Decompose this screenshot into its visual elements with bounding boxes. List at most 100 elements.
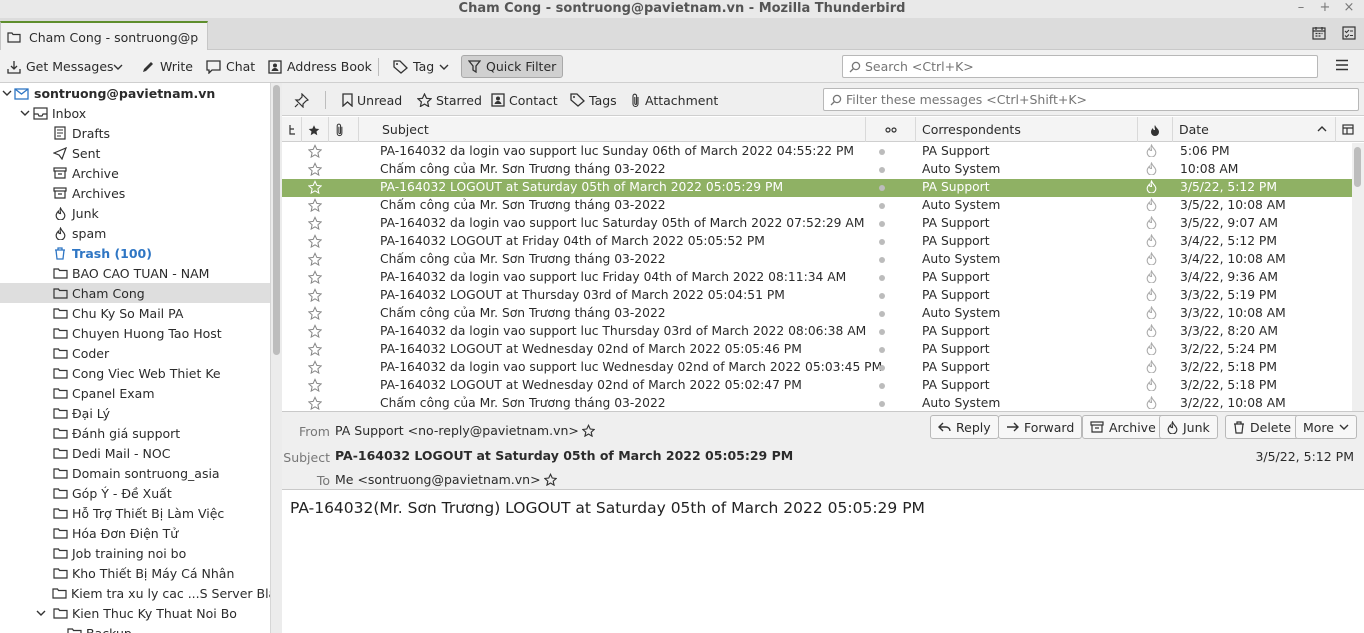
star-icon[interactable] — [581, 424, 595, 437]
folder-inbox[interactable]: Inbox — [0, 103, 270, 123]
sticky-filter-button[interactable] — [294, 89, 309, 111]
star-icon[interactable] — [308, 144, 322, 158]
read-status-dot[interactable] — [879, 221, 885, 227]
message-row[interactable]: PA-164032 LOGOUT at Saturday 05th of Mar… — [282, 179, 1352, 197]
folder-item[interactable]: Đại Lý — [0, 403, 270, 423]
to-address[interactable]: Me <sontruong@pavietnam.vn> — [335, 472, 541, 487]
chevron-down-icon[interactable] — [0, 89, 14, 97]
folder-item[interactable]: Hỗ Trợ Thiết Bị Làm Việc — [0, 503, 270, 523]
column-picker[interactable] — [1336, 117, 1364, 142]
star-icon[interactable] — [308, 180, 322, 194]
star-icon[interactable] — [308, 378, 322, 392]
address-book-button[interactable]: Address Book — [268, 55, 372, 78]
reply-button[interactable]: Reply — [930, 415, 999, 439]
flame-icon[interactable] — [1146, 324, 1157, 337]
flame-icon[interactable] — [1146, 396, 1157, 409]
message-row[interactable]: PA-164032 LOGOUT at Wednesday 02nd of Ma… — [282, 377, 1352, 395]
col-attachment[interactable] — [329, 117, 359, 142]
message-row[interactable]: PA-164032 da login vao support luc Thurs… — [282, 323, 1352, 341]
search-input[interactable] — [865, 59, 1305, 74]
message-row[interactable]: PA-164032 LOGOUT at Friday 04th of March… — [282, 233, 1352, 251]
message-row[interactable]: PA-164032 da login vao support luc Wedne… — [282, 359, 1352, 377]
read-status-dot[interactable] — [879, 185, 885, 191]
maximize-button[interactable]: + — [1318, 0, 1332, 15]
more-button[interactable]: More — [1295, 415, 1357, 439]
folder-item[interactable]: Archive — [0, 163, 270, 183]
flame-icon[interactable] — [1146, 198, 1157, 211]
read-status-dot[interactable] — [879, 383, 885, 389]
folder-item[interactable]: Coder — [0, 343, 270, 363]
folder-item[interactable]: Job training noi bo — [0, 543, 270, 563]
star-icon[interactable] — [308, 360, 322, 374]
star-icon[interactable] — [308, 342, 322, 356]
tasks-icon[interactable] — [1342, 26, 1356, 40]
folder-item[interactable]: Dedi Mail - NOC — [0, 443, 270, 463]
folder-item[interactable]: Sent — [0, 143, 270, 163]
message-row[interactable]: Chấm công của Mr. Sơn Trương tháng 03-20… — [282, 395, 1352, 411]
read-status-dot[interactable] — [879, 257, 885, 263]
folder-item[interactable]: Cham Cong — [0, 283, 270, 303]
folder-item[interactable]: Trash (100) — [0, 243, 270, 263]
col-read[interactable] — [866, 117, 916, 142]
flame-icon[interactable] — [1146, 234, 1157, 247]
filter-starred-button[interactable]: Starred — [417, 89, 482, 111]
star-icon[interactable] — [308, 396, 322, 410]
folder-item[interactable]: Góp Ý - Đề Xuất — [0, 483, 270, 503]
thread-list-scrollbar[interactable] — [1352, 143, 1364, 411]
message-row[interactable]: PA-164032 da login vao support luc Satur… — [282, 215, 1352, 233]
filter-tags-button[interactable]: Tags — [570, 89, 617, 111]
tab-cham-cong[interactable]: Cham Cong - sontruong@pavi — [0, 21, 208, 51]
folder-item[interactable]: Kien Thuc Ky Thuat Noi Bo — [0, 603, 270, 623]
read-status-dot[interactable] — [879, 275, 885, 281]
folder-item[interactable]: Cong Viec Web Thiet Ke — [0, 363, 270, 383]
read-status-dot[interactable] — [879, 149, 885, 155]
scrollbar-thumb[interactable] — [273, 85, 280, 355]
star-icon[interactable] — [308, 216, 322, 230]
filter-attachment-button[interactable]: Attachment — [631, 89, 718, 111]
quick-filter-button[interactable]: Quick Filter — [461, 55, 564, 78]
star-icon[interactable] — [308, 306, 322, 320]
account-row[interactable]: sontruong@pavietnam.vn — [0, 83, 270, 103]
col-thread[interactable] — [282, 117, 302, 142]
message-row[interactable]: Chấm công của Mr. Sơn Trương tháng 03-20… — [282, 305, 1352, 323]
message-row[interactable]: PA-164032 LOGOUT at Thursday 03rd of Mar… — [282, 287, 1352, 305]
message-row[interactable]: Chấm công của Mr. Sơn Trương tháng 03-20… — [282, 251, 1352, 269]
flame-icon[interactable] — [1146, 270, 1157, 283]
write-button[interactable]: Write — [141, 55, 193, 78]
flame-icon[interactable] — [1146, 288, 1157, 301]
star-icon[interactable] — [308, 324, 322, 338]
folder-item[interactable]: BAO CAO TUAN - NAM — [0, 263, 270, 283]
folder-item[interactable]: Junk — [0, 203, 270, 223]
folder-item[interactable]: Archives — [0, 183, 270, 203]
to-value[interactable]: Me <sontruong@pavietnam.vn> — [335, 472, 557, 487]
star-icon[interactable] — [308, 234, 322, 248]
message-row[interactable]: PA-164032 LOGOUT at Wednesday 02nd of Ma… — [282, 341, 1352, 359]
folder-pane-scrollbar[interactable] — [270, 83, 282, 633]
folder-item[interactable]: Domain sontruong_asia — [0, 463, 270, 483]
read-status-dot[interactable] — [879, 329, 885, 335]
col-date[interactable]: Date — [1173, 117, 1336, 142]
folder-item[interactable]: Hóa Đơn Điện Tử — [0, 523, 270, 543]
get-messages-button[interactable]: Get Messages — [7, 55, 114, 78]
chevron-down-icon[interactable] — [36, 609, 46, 617]
read-status-dot[interactable] — [879, 293, 885, 299]
star-icon[interactable] — [543, 473, 557, 486]
star-icon[interactable] — [308, 252, 322, 266]
from-address[interactable]: PA Support <no-reply@pavietnam.vn> — [335, 423, 579, 438]
folder-item[interactable]: Chuyen Huong Tao Host — [0, 323, 270, 343]
folder-item[interactable]: Drafts — [0, 123, 270, 143]
star-icon[interactable] — [308, 162, 322, 176]
archive-button[interactable]: Archive — [1082, 415, 1164, 439]
flame-icon[interactable] — [1146, 180, 1157, 193]
folder-item[interactable]: Chu Ky So Mail PA — [0, 303, 270, 323]
chevron-down-icon[interactable] — [18, 109, 32, 117]
delete-button[interactable]: Delete — [1225, 415, 1300, 439]
read-status-dot[interactable] — [879, 167, 885, 173]
flame-icon[interactable] — [1146, 252, 1157, 265]
read-status-dot[interactable] — [879, 365, 885, 371]
read-status-dot[interactable] — [879, 401, 885, 407]
flame-icon[interactable] — [1146, 306, 1157, 319]
col-subject[interactable]: Subject — [376, 117, 866, 142]
junk-button[interactable]: Junk — [1159, 415, 1218, 439]
folder-item[interactable]: Đánh giá support — [0, 423, 270, 443]
